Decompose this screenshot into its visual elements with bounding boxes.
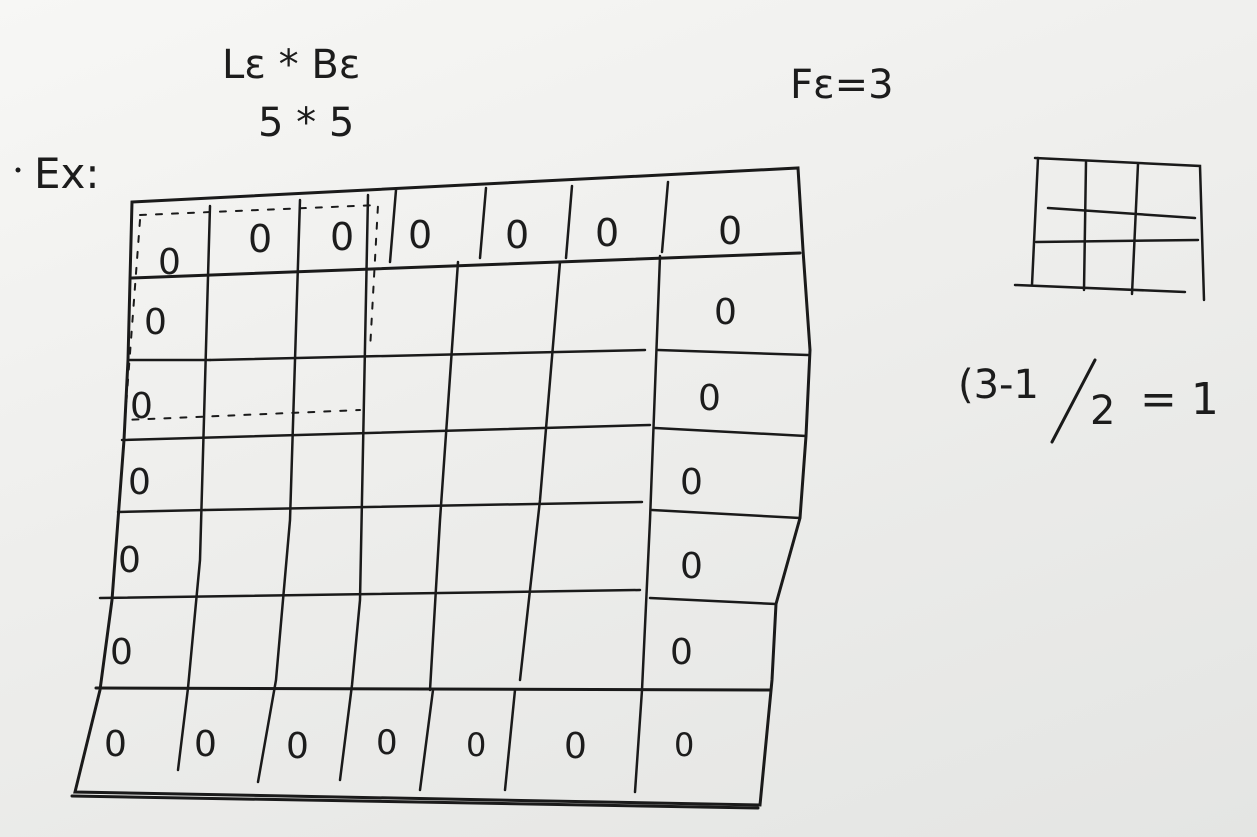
padding-calc-denominator: 2	[1090, 388, 1115, 434]
cell-zero: 0	[698, 378, 721, 419]
zero-values: 0 0 0 0 0 0 0 0 0 0 0 0 0 0 0 0 0 0 0 0 …	[104, 209, 742, 767]
padding-calc-numerator: (3-1	[958, 362, 1039, 408]
example-label: Ex:	[34, 149, 100, 198]
grid-vline	[660, 180, 670, 254]
grid-hline	[656, 348, 810, 357]
formula-line-2: 5 * 5	[258, 100, 354, 146]
grid-vline	[388, 188, 398, 264]
cell-zero: 0	[144, 302, 167, 343]
cell-zero: 0	[330, 215, 354, 259]
cell-zero: 0	[158, 242, 181, 283]
filter-outer-border	[1013, 156, 1206, 302]
grid-vline	[518, 260, 562, 682]
grid-hline	[120, 423, 652, 442]
padding-calc-result: = 1	[1140, 374, 1219, 425]
cell-zero: 0	[376, 723, 398, 763]
cell-zero: 0	[670, 632, 693, 673]
cell-zero: 0	[564, 726, 587, 767]
cell-zero: 0	[718, 209, 742, 253]
grid-vline	[176, 204, 212, 772]
filter-vline	[1082, 160, 1088, 292]
cell-zero: 0	[104, 724, 127, 765]
cell-zero: 0	[680, 546, 703, 587]
grid-hline	[203, 500, 644, 512]
grid-hline	[130, 251, 802, 280]
formula-line-1: Lε * Bε	[222, 42, 360, 88]
cell-zero: 0	[110, 632, 133, 673]
cell-zero: 0	[466, 726, 486, 764]
grid-hline	[208, 348, 647, 362]
board-surface	[0, 0, 1257, 837]
cell-zero: 0	[680, 462, 703, 503]
cell-zero: 0	[194, 724, 217, 765]
filter-grid	[1013, 156, 1206, 302]
grid-hline	[98, 588, 642, 600]
grid-vline	[418, 688, 435, 792]
padding-calculation: (3-1 2 = 1	[958, 358, 1219, 444]
cell-zero: 0	[128, 462, 151, 503]
cell-zero: 0	[248, 217, 272, 261]
filter-vline	[1130, 162, 1140, 296]
whiteboard: Lε * Bε 5 * 5 Fε=3 Ex: 0 0 0 0 0 0 0 0 0…	[0, 0, 1257, 837]
grid-vline	[428, 260, 460, 692]
cell-zero: 0	[505, 213, 529, 257]
filter-hline	[1034, 238, 1200, 244]
grid-hline	[650, 508, 802, 520]
grid-hline	[116, 508, 207, 514]
cell-zero: 0	[714, 292, 737, 333]
cell-zero: 0	[130, 386, 153, 427]
cell-zero: 0	[286, 726, 309, 767]
grid-vline	[633, 254, 662, 794]
filter-hline	[1046, 206, 1197, 220]
fraction-slash	[1050, 358, 1097, 444]
cell-zero: 0	[408, 213, 432, 257]
grid-vline	[503, 688, 517, 792]
grid-vline	[564, 184, 574, 260]
grid-hline	[653, 426, 808, 438]
filter-size-label: Fε=3	[790, 62, 894, 108]
grid-vline	[478, 186, 488, 260]
grid-hline	[648, 596, 778, 606]
bullet-dot	[15, 167, 21, 173]
grid-vline	[256, 198, 302, 784]
cell-zero: 0	[118, 540, 141, 581]
cell-zero: 0	[674, 726, 694, 764]
cell-zero: 0	[595, 211, 619, 255]
grid-vline	[338, 193, 370, 782]
